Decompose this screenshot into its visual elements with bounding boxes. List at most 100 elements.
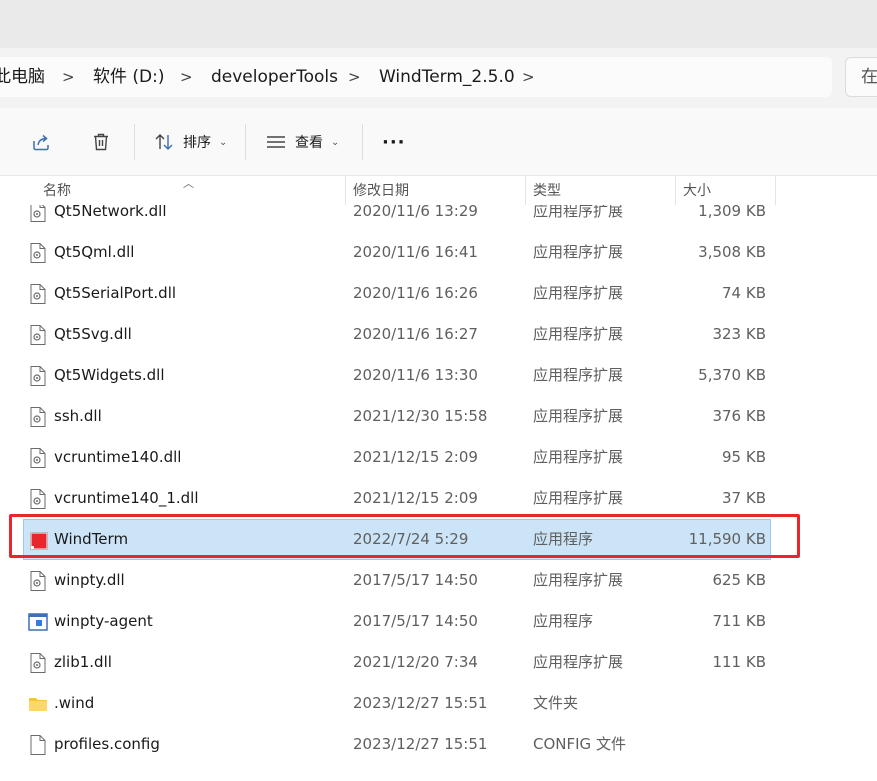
file-type: 应用程序: [533, 612, 594, 630]
search-input[interactable]: 在: [845, 57, 877, 97]
file-size: 376 KB: [712, 407, 766, 425]
file-size: 37 KB: [722, 489, 766, 507]
folder-icon: [28, 693, 48, 715]
file-name[interactable]: profiles.config: [54, 724, 160, 765]
file-row[interactable]: winpty.dll 2017/5/17 14:50 应用程序扩展 625 KB: [23, 560, 771, 601]
file-row[interactable]: Qt5Qml.dll 2020/11/6 16:41 应用程序扩展 3,508 …: [23, 232, 771, 273]
dll-file-icon: [28, 242, 48, 264]
file-size: 95 KB: [722, 448, 766, 466]
windterm-app-icon: [29, 530, 49, 552]
column-divider[interactable]: [675, 176, 676, 205]
file-row[interactable]: Qt5SerialPort.dll 2020/11/6 16:26 应用程序扩展…: [23, 273, 771, 314]
file-size: 711 KB: [712, 612, 766, 630]
breadcrumb-separator-icon[interactable]: >: [180, 57, 193, 97]
search-placeholder: 在: [861, 67, 877, 87]
file-size: [605, 724, 766, 765]
view-label: 查看: [295, 135, 323, 151]
file-type: 文件夹: [533, 694, 579, 712]
file-row[interactable]: vcruntime140_1.dll 2021/12/15 2:09 应用程序扩…: [23, 478, 771, 519]
file-rows: Qt5Network.dll 2020/11/6 13:29 应用程序扩展 1,…: [0, 176, 877, 781]
dll-file-icon: [28, 652, 48, 674]
dll-file-icon: [28, 365, 48, 387]
file-name[interactable]: Qt5SerialPort.dll: [54, 273, 176, 314]
file-name[interactable]: ssh.dll: [54, 396, 102, 437]
sort-label: 排序: [183, 135, 211, 151]
column-header-row: ︿ 名称 修改日期 类型 大小: [0, 176, 877, 205]
file-size: [605, 683, 766, 724]
breadcrumb-expand-chevron-icon[interactable]: >: [522, 57, 535, 97]
file-row[interactable]: ssh.dll 2021/12/30 15:58 应用程序扩展 376 KB: [23, 396, 771, 437]
breadcrumb-windterm-folder[interactable]: WindTerm_2.5.0: [379, 57, 515, 97]
column-divider[interactable]: [525, 176, 526, 205]
breadcrumb-separator-icon[interactable]: >: [62, 57, 75, 97]
file-row[interactable]: Qt5Svg.dll 2020/11/6 16:27 应用程序扩展 323 KB: [23, 314, 771, 355]
chevron-down-icon: ⌄: [331, 136, 340, 148]
file-date: 2020/11/6 16:27: [353, 325, 478, 343]
breadcrumb-this-pc[interactable]: 此电脑: [0, 57, 45, 97]
file-size: 111 KB: [712, 653, 766, 671]
file-size: 11,590 KB: [688, 530, 766, 548]
file-name[interactable]: Qt5Widgets.dll: [54, 355, 165, 396]
file-size: 3,508 KB: [698, 243, 766, 261]
breadcrumb-drive-d[interactable]: 软件 (D:): [93, 57, 165, 97]
address-bar[interactable]: 此电脑 > 软件 (D:) > developerTools > WindTer…: [0, 57, 832, 97]
file-date: 2022/7/24 5:29: [353, 530, 469, 548]
trash-icon: [94, 133, 108, 151]
file-row[interactable]: .wind 2023/12/27 15:51 文件夹: [23, 683, 771, 724]
file-name[interactable]: Qt5Svg.dll: [54, 314, 132, 355]
exe-app-icon: [28, 611, 48, 633]
file-size: 74 KB: [722, 284, 766, 302]
sort-button[interactable]: 排序 ⌄: [153, 122, 227, 162]
chevron-down-icon: ⌄: [219, 136, 228, 148]
toolbar-divider: [362, 124, 363, 160]
column-header-date[interactable]: 修改日期: [353, 176, 409, 205]
share-icon: [33, 134, 49, 151]
file-row[interactable]: Qt5Widgets.dll 2020/11/6 13:30 应用程序扩展 5,…: [23, 355, 771, 396]
file-name[interactable]: winpty.dll: [54, 560, 125, 601]
file-row[interactable]: profiles.config 2023/12/27 15:51 CONFIG …: [23, 724, 771, 765]
address-row: 此电脑 > 软件 (D:) > developerTools > WindTer…: [0, 48, 877, 108]
delete-button[interactable]: [90, 122, 112, 162]
column-header-name[interactable]: 名称: [43, 176, 71, 205]
file-name[interactable]: .wind: [54, 683, 94, 724]
file-list: ︿ 名称 修改日期 类型 大小 Qt5Network.dll 2020/11/6…: [0, 176, 877, 781]
column-divider[interactable]: [345, 176, 346, 205]
config-file-icon: [28, 734, 48, 756]
breadcrumb-developertools[interactable]: developerTools: [211, 57, 338, 97]
file-row[interactable]: vcruntime140.dll 2021/12/15 2:09 应用程序扩展 …: [23, 437, 771, 478]
file-size: 323 KB: [712, 325, 766, 343]
dll-file-icon: [28, 283, 48, 305]
sort-icon: [155, 134, 173, 150]
column-header-size[interactable]: 大小: [683, 176, 711, 205]
file-name[interactable]: vcruntime140_1.dll: [54, 478, 199, 519]
file-name[interactable]: zlib1.dll: [54, 642, 112, 683]
sort-ascending-caret-icon: ︿: [183, 177, 194, 190]
file-size: 625 KB: [712, 571, 766, 589]
file-row-selected[interactable]: WindTerm 2022/7/24 5:29 应用程序 11,590 KB: [23, 519, 771, 560]
column-header-type[interactable]: 类型: [533, 176, 561, 205]
toolbar-divider: [134, 124, 135, 160]
file-date: 2021/12/30 15:58: [353, 407, 488, 425]
file-date: 2020/11/6 13:30: [353, 366, 478, 384]
toolbar-divider: [245, 124, 246, 160]
more-options-button[interactable]: ···: [382, 122, 406, 162]
file-type: 应用程序: [533, 530, 594, 548]
file-name[interactable]: Qt5Qml.dll: [54, 232, 134, 273]
column-divider[interactable]: [775, 176, 776, 205]
file-name[interactable]: WindTerm: [54, 519, 128, 560]
file-row[interactable]: zlib1.dll 2021/12/20 7:34 应用程序扩展 111 KB: [23, 642, 771, 683]
command-bar: 排序 ⌄ 查看 ⌄ ···: [0, 108, 877, 176]
dll-file-icon: [28, 406, 48, 428]
share-button[interactable]: [30, 122, 52, 162]
file-date: 2021/12/15 2:09: [353, 448, 478, 466]
file-name[interactable]: winpty-agent: [54, 601, 153, 642]
dll-file-icon: [28, 447, 48, 469]
view-button[interactable]: 查看 ⌄: [265, 122, 339, 162]
file-row[interactable]: winpty-agent 2017/5/17 14:50 应用程序 711 KB: [23, 601, 771, 642]
breadcrumb-separator-icon[interactable]: >: [348, 57, 361, 97]
title-bar: [0, 0, 877, 48]
file-name[interactable]: vcruntime140.dll: [54, 437, 181, 478]
file-size: 5,370 KB: [698, 366, 766, 384]
more-icon: ···: [382, 131, 406, 153]
file-date: 2020/11/6 16:26: [353, 284, 478, 302]
